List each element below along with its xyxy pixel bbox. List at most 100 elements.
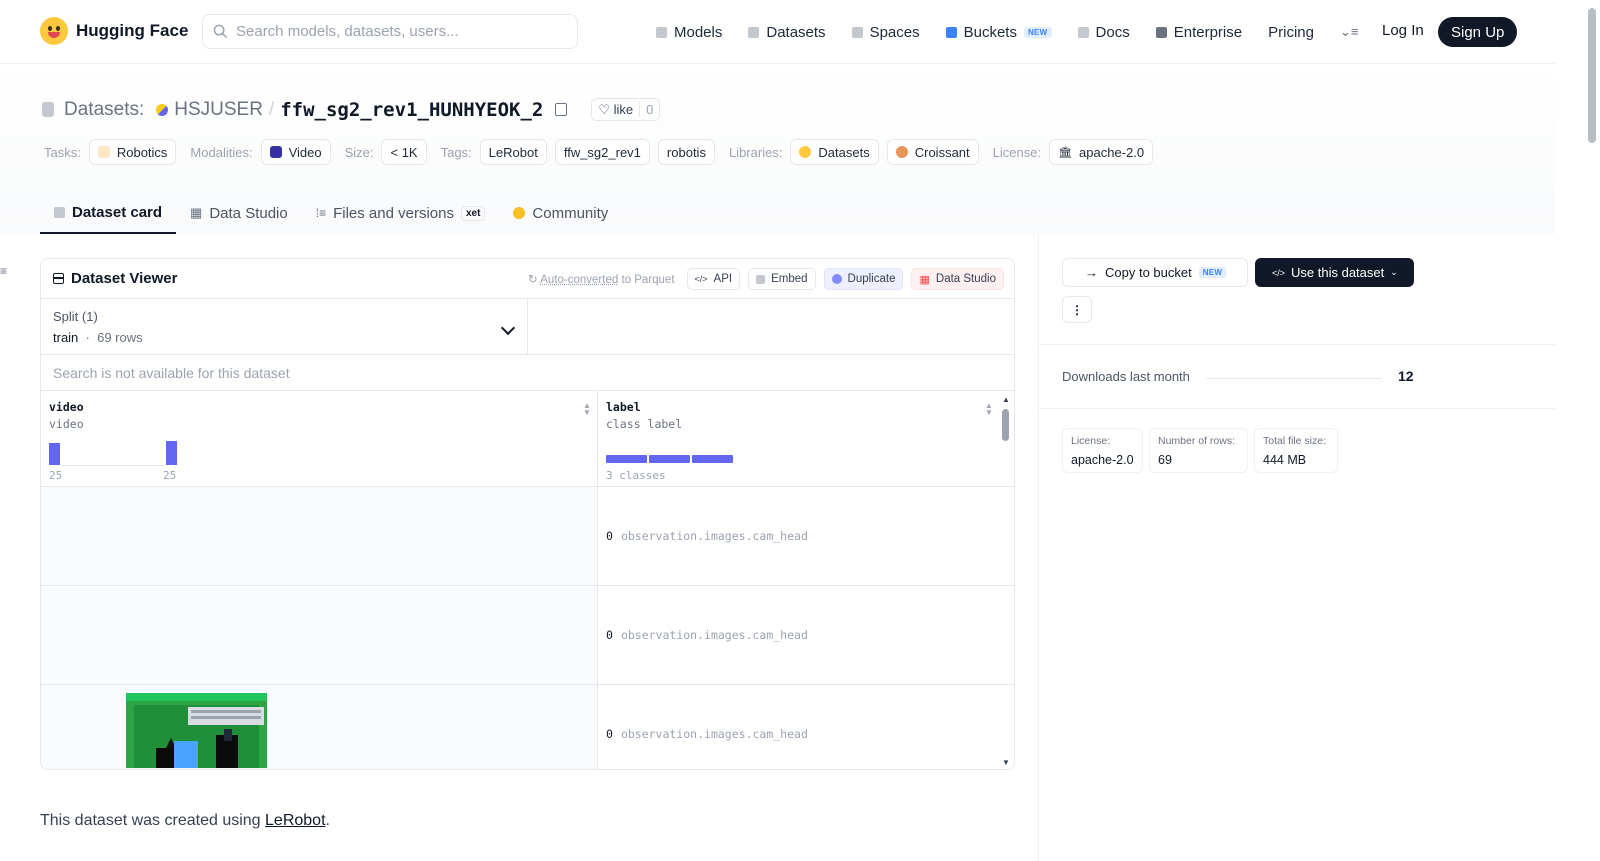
search-icon [213,24,228,39]
tag-license[interactable]: 🏛 apache-2.0 [1049,139,1154,165]
datasets-prefix[interactable]: Datasets: [64,99,144,121]
data-studio-label: Data Studio [935,273,996,285]
cube-icon [54,206,65,218]
size-label: Size: [344,144,374,160]
arrow-right-icon: → [1085,265,1098,280]
duplicate-button[interactable]: Duplicate [823,268,904,290]
cube-icon [656,26,667,38]
logo-text: Hugging Face [76,21,189,40]
like-button[interactable]: ♡ like 0 [591,98,661,121]
video-histogram-bar[interactable] [49,443,60,465]
nav-buckets[interactable]: Buckets NEW [945,24,1052,41]
divider [1039,408,1555,409]
dataset-tags: Tasks: Robotics Modalities: Video Size: … [44,139,1154,165]
tab-files-and-versions[interactable]: ⁞≡ Files and versions xet [302,192,500,234]
bank-icon: 🏛 [1058,146,1073,159]
viewer-actions: ↻ Auto-converted to Parquet </> API Embed… [528,268,1004,290]
search-input[interactable] [236,23,556,40]
tag-robotis[interactable]: robotis [657,139,715,165]
copy-icon[interactable] [555,103,568,116]
api-label: API [713,273,733,285]
sort-icon[interactable]: ▲ ▼ [985,402,993,417]
tab-dataset-card[interactable]: Dataset card [40,192,177,234]
table-icon: ▦ [919,273,930,286]
class-bar[interactable] [606,455,647,463]
label-id: 0 [606,529,613,543]
robot-scene-image [126,693,267,768]
database-icon [42,102,54,117]
nav-spaces[interactable]: Spaces [851,24,920,41]
card-text-suffix: . [325,812,330,829]
auto-converted-note: ↻ Auto-converted to Parquet [528,274,675,286]
scrollbar-thumb[interactable] [1002,409,1009,441]
duplicate-icon [831,274,842,284]
login-link[interactable]: Log In [1382,22,1424,39]
sidebar-toggle-icon[interactable]: ≡ [0,264,7,278]
viewer-scrollbar[interactable]: ▲ ▼ [998,393,1014,769]
tag-video-label: Video [288,144,322,160]
column-label[interactable]: label class label ▲ ▼ 3 classes [598,391,999,486]
tag-croissant[interactable]: Croissant [886,139,979,165]
scroll-down-icon[interactable]: ▼ [1002,758,1010,767]
tab-community[interactable]: Community [499,192,622,234]
class-bar[interactable] [692,455,733,463]
more-options-icon[interactable]: ⋮ [1062,296,1092,323]
viewer-header: Dataset Viewer ↻ Auto-converted to Parqu… [41,259,1014,299]
tag-ffw-sg2-rev1[interactable]: ffw_sg2_rev1 [554,139,650,165]
tag-robotics[interactable]: Robotics [88,139,177,165]
search-box[interactable] [202,14,578,49]
video-cell[interactable] [41,487,598,585]
auto-converted-link[interactable]: Auto-converted [540,274,618,286]
embed-button[interactable]: Embed [748,268,816,290]
tags-label: Tags: [440,144,472,160]
stat-key: Number of rows: [1158,435,1236,447]
column-video-name: video [49,400,84,414]
tag-size[interactable]: < 1K [381,139,427,165]
org-name[interactable]: HSJUSER [174,99,263,121]
nav-datasets[interactable]: Datasets [748,24,826,41]
table-row[interactable]: 0 observation.images.cam_head [41,487,1014,586]
split-select[interactable]: Split (1) train · 69 rows [41,299,528,354]
video-thumbnail[interactable] [126,693,267,768]
dataset-tabs: Dataset card ▦ Data Studio ⁞≡ Files and ve… [40,192,622,234]
nav-models[interactable]: Models [656,24,722,41]
split-name: train [53,330,79,345]
label-cell: 0 observation.images.cam_head [598,586,999,684]
hf-logo[interactable]: Hugging Face [40,17,188,45]
downloads-label: Downloads last month [1062,369,1190,384]
stat-key: License: [1071,435,1111,447]
class-bar[interactable] [649,455,690,463]
api-button[interactable]: </> API [686,268,741,290]
dataset-name[interactable]: ffw_sg2_rev1_HUNHYEOK_2 [280,99,543,121]
video-cell[interactable] [41,586,598,684]
copy-to-bucket-button[interactable]: → Copy to bucket NEW [1062,258,1248,287]
tag-datasets-lib[interactable]: Datasets [790,139,879,165]
split-value: train · 69 rows [53,330,143,345]
tag-croissant-label: Croissant [914,144,970,160]
sort-icon[interactable]: ▲ ▼ [583,402,591,417]
use-this-dataset-button[interactable]: </> Use this dataset ⌄ [1255,258,1414,287]
tag-video[interactable]: Video [260,139,331,165]
signup-button[interactable]: Sign Up [1438,17,1518,47]
split-rows: 69 rows [97,330,143,345]
scroll-up-icon[interactable]: ▲ [1002,395,1010,404]
data-studio-button[interactable]: ▦ Data Studio [911,268,1004,290]
table-row[interactable]: 0 observation.images.cam_head [41,685,1014,769]
nav-docs[interactable]: Docs [1077,24,1130,41]
stat-key: Total file size: [1263,435,1327,447]
video-cell[interactable] [41,685,598,769]
nav-enterprise[interactable]: Enterprise [1155,24,1242,41]
page-scrollbar[interactable] [1584,0,1600,861]
tab-data-studio[interactable]: ▦ Data Studio [176,192,302,234]
tab-community-label: Community [532,204,609,222]
table-row[interactable]: 0 observation.images.cam_head [41,586,1014,685]
title-separator: / [268,98,275,120]
tag-lerobot[interactable]: LeRobot [479,139,547,165]
nav-pricing[interactable]: Pricing [1268,24,1314,41]
lerobot-link[interactable]: LeRobot [265,812,326,829]
video-histogram-bar[interactable] [166,441,177,465]
more-menu-button[interactable]: ⌄≡ [1340,24,1358,40]
page-scrollbar-thumb[interactable] [1588,8,1596,143]
code-icon: </> [1272,267,1286,278]
column-video[interactable]: video video ▲ ▼ 25 25 [41,391,598,486]
